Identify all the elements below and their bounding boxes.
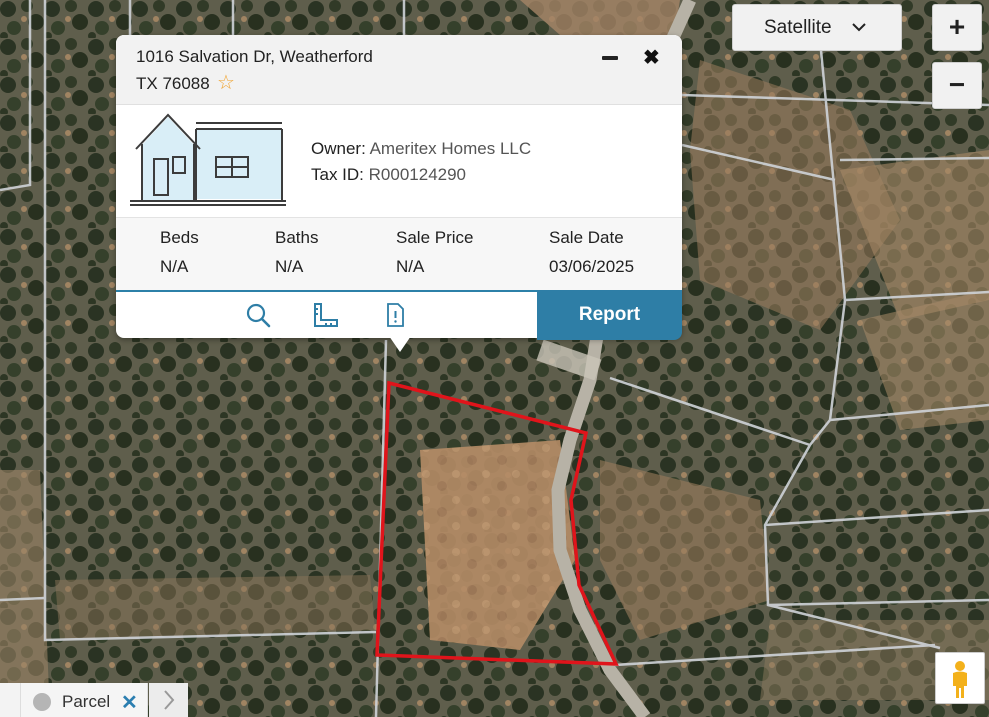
document-alert-icon[interactable] xyxy=(382,302,408,328)
beds-label: Beds xyxy=(160,228,199,247)
parcel-popup: 1016 Salvation Dr, Weatherford TX 76088 … xyxy=(116,35,682,340)
pegman-icon xyxy=(953,661,967,698)
layer-dot-icon xyxy=(33,693,51,711)
house-icon xyxy=(130,113,286,206)
map-layer-selector[interactable]: Satellite xyxy=(732,4,902,51)
address-line1: 1016 Salvation Dr, Weatherford xyxy=(136,47,373,66)
minimize-button[interactable] xyxy=(602,56,618,60)
owner-row: Owner: Ameritex Homes LLC xyxy=(311,139,531,159)
sale-date-value: 03/06/2025 xyxy=(549,257,635,276)
owner-value: Ameritex Homes LLC xyxy=(369,139,532,158)
chevron-right-icon xyxy=(164,690,175,710)
chevron-down-icon xyxy=(852,23,866,32)
sale-date-label: Sale Date xyxy=(549,228,624,247)
zoom-out-button[interactable]: − xyxy=(932,62,982,109)
baths-value: N/A xyxy=(275,257,304,276)
address-line2: TX 76088 xyxy=(136,74,210,93)
street-view-pegman-button[interactable] xyxy=(935,652,985,704)
search-icon[interactable] xyxy=(245,302,271,328)
layer-tab-strip: Parcel ✕ xyxy=(0,683,188,717)
tab-parcel-label: Parcel xyxy=(62,692,111,711)
baths-label: Baths xyxy=(275,228,319,247)
taxid-row: Tax ID: R000124290 xyxy=(311,165,466,185)
action-bar: Report xyxy=(116,290,682,340)
taxid-value: R000124290 xyxy=(368,165,467,184)
beds-value: N/A xyxy=(160,257,189,276)
close-icon[interactable]: ✕ xyxy=(121,690,138,715)
tab-scroll-left-button[interactable] xyxy=(0,683,20,717)
report-button[interactable]: Report xyxy=(537,290,682,340)
map-layer-label: Satellite xyxy=(764,17,832,38)
ruler-icon[interactable] xyxy=(312,302,338,328)
tab-scroll-right-button[interactable] xyxy=(149,683,188,717)
sale-price-label: Sale Price xyxy=(396,228,474,247)
tab-parcel[interactable]: Parcel ✕ xyxy=(20,683,148,717)
sale-price-value: N/A xyxy=(396,257,425,276)
property-stats: Beds N/A Baths N/A Sale Price N/A Sale D… xyxy=(116,218,682,290)
owner-label: Owner: xyxy=(311,139,366,158)
taxid-label: Tax ID: xyxy=(311,165,364,184)
popup-pointer xyxy=(389,336,411,352)
zoom-in-button[interactable]: + xyxy=(932,4,982,51)
popup-header: 1016 Salvation Dr, Weatherford TX 76088 … xyxy=(116,35,682,105)
favorite-star-icon[interactable]: ☆ xyxy=(217,73,235,93)
close-icon[interactable]: ✖ xyxy=(643,47,660,69)
